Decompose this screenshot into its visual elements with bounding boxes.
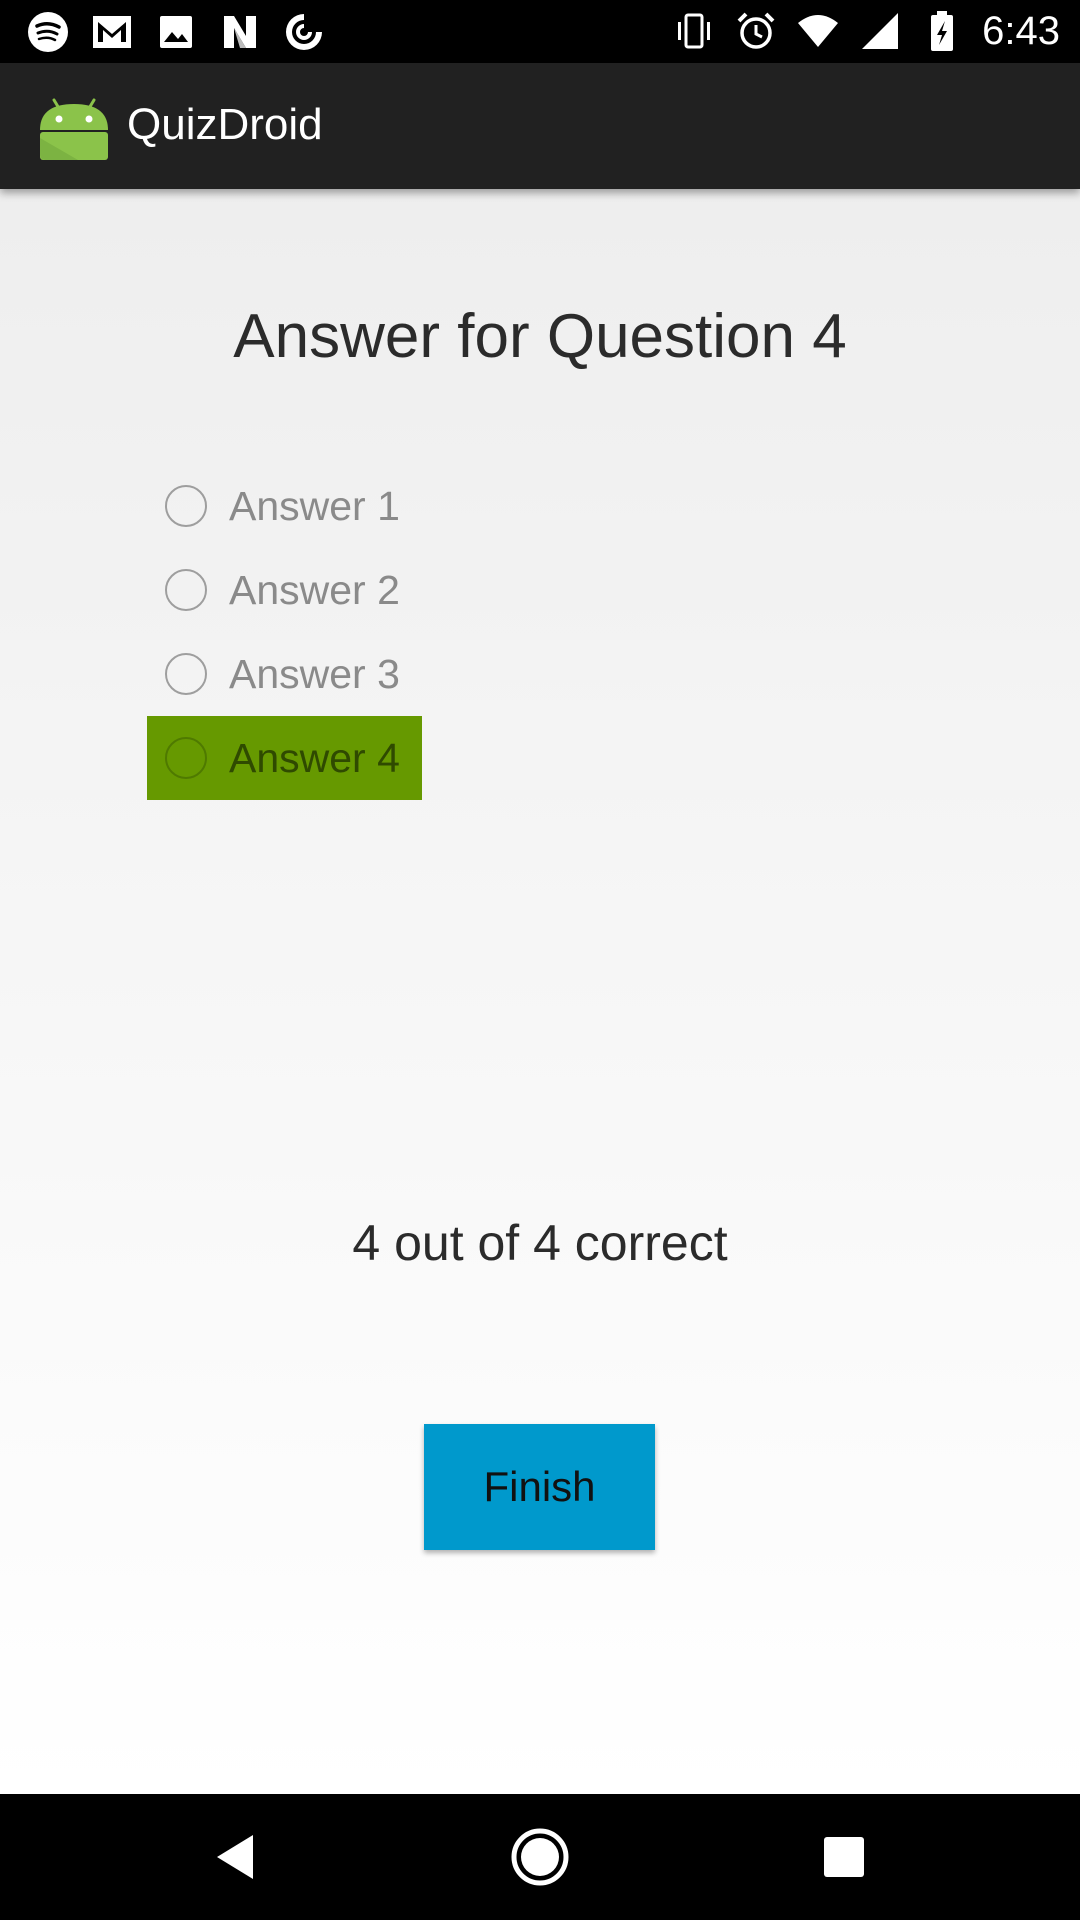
system-icons: 6:43: [672, 8, 1060, 54]
cell-signal-icon: [862, 13, 899, 49]
score-text: 4 out of 4 correct: [352, 1215, 728, 1271]
answer-label: Answer 1: [229, 482, 400, 529]
home-icon[interactable]: [510, 1827, 570, 1887]
radio-unchecked-icon[interactable]: [165, 737, 207, 779]
quiz-content: Answer for Question 4 Answer 1 Answer 2 …: [0, 189, 1080, 1794]
spotify-icon: [28, 12, 68, 52]
answer-option-4-correct[interactable]: Answer 4: [147, 716, 422, 800]
recents-icon[interactable]: [814, 1827, 874, 1887]
wifi-icon: [798, 15, 839, 47]
image-icon: [160, 16, 192, 48]
answer-option-1[interactable]: Answer 1: [147, 464, 422, 548]
answer-label: Answer 3: [229, 650, 400, 697]
page-title: Answer for Question 4: [233, 302, 847, 371]
battery-charging-icon: [931, 11, 954, 51]
status-bar: 6:43: [0, 0, 1080, 63]
gmail-icon: [93, 16, 131, 48]
navigation-bar: [0, 1794, 1080, 1920]
answer-label: Answer 2: [229, 566, 400, 613]
radio-unchecked-icon[interactable]: [165, 485, 207, 527]
answer-radio-group: Answer 1 Answer 2 Answer 3 Answer 4: [147, 464, 422, 800]
radio-unchecked-icon[interactable]: [165, 653, 207, 695]
answer-option-2[interactable]: Answer 2: [147, 548, 422, 632]
clock: 6:43: [982, 9, 1060, 53]
alarm-icon: [737, 12, 775, 49]
answer-option-3[interactable]: Answer 3: [147, 632, 422, 716]
radio-unchecked-icon[interactable]: [165, 569, 207, 611]
android-icon: [40, 98, 108, 160]
vibrate-icon: [678, 13, 711, 49]
back-icon[interactable]: [205, 1827, 265, 1887]
n-app-icon: [224, 16, 256, 48]
app-bar: QuizDroid: [0, 63, 1080, 189]
notification-icons: [26, 10, 326, 54]
app-title: QuizDroid: [127, 100, 323, 149]
pocketcasts-icon: [286, 14, 322, 50]
finish-button[interactable]: Finish: [424, 1424, 655, 1550]
answer-label: Answer 4: [229, 734, 400, 781]
